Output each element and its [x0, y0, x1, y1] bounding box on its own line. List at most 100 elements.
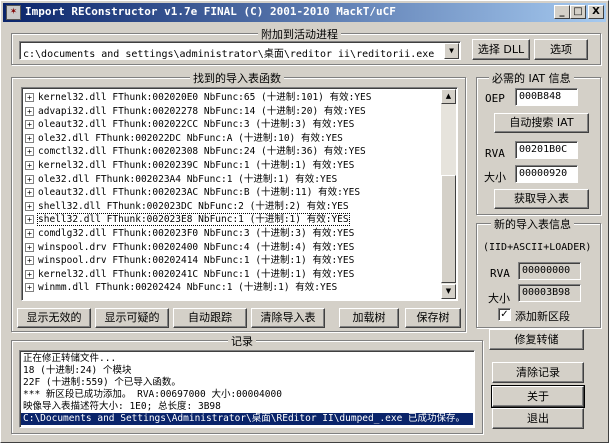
expand-plus-icon[interactable]: +	[25, 174, 34, 184]
new-import-group-title: 新的导入表信息	[491, 216, 574, 232]
expand-plus-icon[interactable]: +	[25, 229, 34, 238]
import-row-text: oleaut32.dll FThunk:002022CC NbFunc:3 (十…	[38, 119, 355, 131]
new-rva-value: 00000000	[522, 265, 571, 276]
import-row[interactable]: + ole32.dll FThunk:002022DC NbFunc:A (十进制…	[25, 132, 343, 146]
save-tree-label: 保存树	[416, 311, 450, 324]
expand-plus-icon[interactable]: +	[25, 106, 34, 116]
imports-tree[interactable]: + kernel32.dll FThunk:002020E0 NbFunc:65 …	[21, 87, 458, 301]
import-row-text: ole32.dll FThunk:002023A4 NbFunc:1 (十进制:…	[38, 173, 338, 185]
import-row-text: kernel32.dll FThunk:0020239C NbFunc:1 (十…	[38, 160, 355, 171]
import-row-text: advapi32.dll FThunk:00202278 NbFunc:14 (…	[38, 105, 366, 117]
about-button[interactable]: 关于	[491, 385, 585, 408]
new-size-value: 00003B98	[522, 287, 571, 298]
oep-field[interactable]: 000B848	[515, 88, 578, 106]
log-line[interactable]: 正在修正转储文件...	[23, 353, 116, 365]
pick-dll-button[interactable]: 选择 DLL	[472, 39, 530, 60]
log-list[interactable]: 正在修正转储文件... 18 (十进制:24) 个模块 22F (十进制:559) …	[19, 350, 475, 428]
import-row[interactable]: + ole32.dll FThunk:002023A4 NbFunc:1 (十进制…	[25, 173, 337, 187]
import-row[interactable]: + kernel32.dll FThunk:0020241C NbFunc:1 (…	[25, 268, 354, 282]
import-row[interactable]: + winmm.dll FThunk:00202424 NbFunc:1 (十进制…	[25, 281, 337, 295]
import-row-text: winspool.drv FThunk:00202400 NbFunc:4 (十…	[38, 241, 355, 253]
oep-label: OEP	[485, 92, 505, 105]
show-suspect-button[interactable]: 显示可疑的	[95, 308, 169, 328]
process-path: c:\documents and settings\administrator\…	[23, 49, 435, 60]
import-row[interactable]: + oleaut32.dll FThunk:002023AC NbFunc:B (…	[25, 186, 360, 200]
expand-plus-icon[interactable]: +	[25, 242, 34, 252]
options-button[interactable]: 选项	[534, 39, 588, 60]
exit-button[interactable]: 退出	[492, 408, 584, 429]
import-row[interactable]: + comdlg32.dll FThunk:002023F0 NbFunc:3 (…	[25, 227, 354, 241]
expand-plus-icon[interactable]: +	[25, 201, 34, 211]
expand-plus-icon[interactable]: +	[25, 93, 34, 102]
expand-plus-icon[interactable]: +	[25, 120, 34, 130]
iat-rva-field[interactable]: 00201B0C	[515, 141, 578, 159]
iat-size-field[interactable]: 00000920	[515, 165, 578, 183]
title-bar[interactable]: ✶ Import REConstructor v1.7e FINAL (C) 2…	[3, 3, 606, 22]
import-row-text: shell32.dll FThunk:002023E8 NbFunc:1 (十进…	[37, 213, 350, 227]
expand-plus-icon[interactable]: +	[25, 256, 34, 266]
chevron-down-icon[interactable]: ▼	[444, 43, 459, 59]
import-row-text: kernel32.dll FThunk:0020241C NbFunc:1 (十…	[38, 268, 355, 280]
import-row[interactable]: + comctl32.dll FThunk:00202308 NbFunc:24 …	[25, 145, 366, 159]
maximize-button[interactable]: □	[570, 5, 586, 19]
new-rva-field: 00000000	[518, 262, 581, 280]
import-row[interactable]: + kernel32.dll FThunk:0020239C NbFunc:1 (…	[25, 159, 354, 173]
import-row[interactable]: + oleaut32.dll FThunk:002022CC NbFunc:3 (…	[25, 118, 354, 132]
log-line[interactable]: 18 (十进制:24) 个模块	[23, 365, 131, 377]
save-tree-button[interactable]: 保存树	[405, 308, 461, 328]
expand-plus-icon[interactable]: +	[25, 147, 34, 157]
expand-plus-icon[interactable]: +	[25, 161, 34, 170]
expand-plus-icon[interactable]: +	[25, 188, 34, 198]
close-button[interactable]: X	[588, 5, 604, 19]
get-imports-label: 获取导入表	[514, 192, 569, 205]
expand-plus-icon[interactable]: +	[25, 269, 34, 279]
import-row-text: oleaut32.dll FThunk:002023AC NbFunc:B (十…	[38, 187, 361, 199]
expand-plus-icon[interactable]: +	[25, 283, 34, 293]
new-import-subtitle: (IID+ASCII+LOADER)	[483, 242, 592, 253]
log-line[interactable]: 映像导入表描述符大小: 1E0; 总长度: 3B98	[23, 401, 221, 413]
import-row[interactable]: + shell32.dll FThunk:002023E8 NbFunc:1 (十…	[25, 213, 350, 227]
get-imports-button[interactable]: 获取导入表	[494, 189, 589, 209]
log-line[interactable]: 22F (十进制:559) 个已导入函数。	[23, 377, 181, 389]
add-section-label: 添加新区段	[515, 310, 570, 323]
scroll-thumb[interactable]	[441, 175, 456, 283]
log-line[interactable]: *** 新区段已成功添加。 RVA:00697000 大小:00004000	[23, 389, 282, 401]
show-suspect-label: 显示可疑的	[104, 311, 160, 324]
import-row-text: winmm.dll FThunk:00202424 NbFunc:1 (十进制:…	[38, 282, 338, 294]
exit-label: 退出	[527, 412, 549, 425]
import-row[interactable]: + kernel32.dll FThunk:002020E0 NbFunc:65 …	[25, 91, 371, 105]
fix-dump-button[interactable]: 修复转储	[489, 329, 584, 350]
expand-plus-icon[interactable]: +	[25, 133, 34, 143]
clear-imports-button[interactable]: 清除导入表	[251, 308, 325, 328]
fix-dump-label: 修复转储	[514, 333, 559, 346]
main-window: ✶ Import REConstructor v1.7e FINAL (C) 2…	[0, 0, 609, 443]
show-invalid-button[interactable]: 显示无效的	[17, 308, 91, 328]
auto-search-iat-button[interactable]: 自动搜索 IAT	[494, 113, 589, 133]
clear-log-label: 清除记录	[516, 366, 560, 379]
tree-scrollbar[interactable]: ▲ ▼	[441, 89, 456, 299]
import-row-text: shell32.dll FThunk:002023DC NbFunc:2 (十进…	[38, 200, 349, 212]
log-group-title: 记录	[228, 333, 256, 349]
about-label: 关于	[527, 390, 549, 403]
import-row[interactable]: + advapi32.dll FThunk:00202278 NbFunc:14 …	[25, 105, 366, 119]
auto-trace-label: 自动跟踪	[188, 311, 232, 324]
import-row[interactable]: + shell32.dll FThunk:002023DC NbFunc:2 (十…	[25, 200, 349, 214]
scroll-down-icon[interactable]: ▼	[441, 284, 456, 299]
clear-log-button[interactable]: 清除记录	[492, 362, 584, 383]
import-row[interactable]: + winspool.drv FThunk:00202400 NbFunc:4 (…	[25, 241, 354, 255]
expand-plus-icon[interactable]: +	[25, 215, 34, 225]
process-select[interactable]: c:\documents and settings\administrator\…	[19, 41, 461, 60]
pick-dll-label: 选择 DLL	[477, 43, 525, 56]
minimize-button[interactable]: _	[554, 5, 570, 19]
load-tree-label: 加载树	[352, 311, 386, 324]
new-size-field: 00003B98	[518, 284, 581, 302]
load-tree-button[interactable]: 加载树	[339, 308, 399, 328]
add-section-checkbox[interactable]: ✓	[498, 308, 511, 321]
show-invalid-label: 显示无效的	[26, 311, 82, 324]
window-title: Import REConstructor v1.7e FINAL (C) 200…	[25, 5, 396, 18]
import-row[interactable]: + winspool.drv FThunk:00202414 NbFunc:1 (…	[25, 254, 354, 268]
log-line[interactable]: C:\Documents and Settings\Administrator\…	[21, 413, 473, 425]
auto-trace-button[interactable]: 自动跟踪	[173, 308, 247, 328]
import-row-text: winspool.drv FThunk:00202414 NbFunc:1 (十…	[38, 255, 355, 267]
scroll-up-icon[interactable]: ▲	[441, 89, 456, 104]
